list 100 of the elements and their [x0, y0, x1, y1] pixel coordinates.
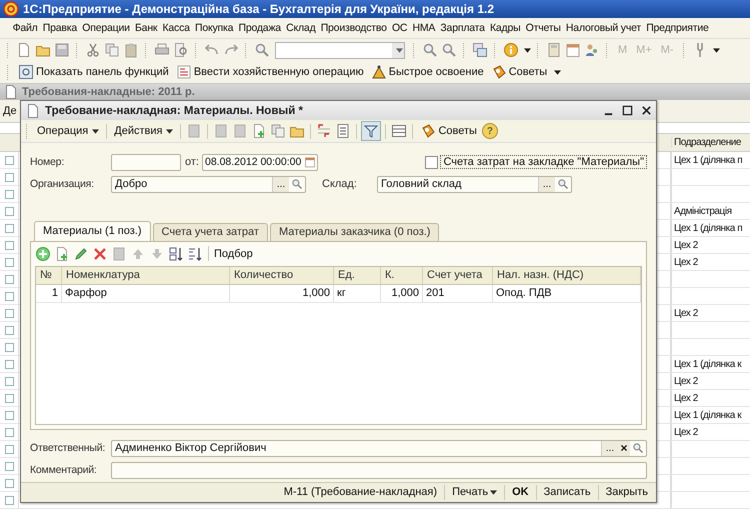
checkbox-label[interactable]: Счета затрат на закладке "Материалы"	[440, 155, 647, 170]
clipboard-icon[interactable]	[123, 42, 139, 58]
column-header[interactable]: Количество	[230, 266, 334, 284]
magnifier-icon[interactable]	[441, 42, 457, 58]
column-header[interactable]: Номенклатура	[62, 266, 230, 284]
addrow-icon[interactable]	[35, 246, 51, 262]
delete-icon[interactable]	[92, 246, 108, 262]
menu-item[interactable]: Предприятие	[644, 22, 712, 34]
table-cell: Цех 1 (ділянка п	[674, 154, 742, 166]
checkbox[interactable]	[425, 156, 438, 169]
caret-icon[interactable]	[524, 48, 531, 52]
menu-item[interactable]: Правка	[40, 22, 80, 34]
adddoc-icon[interactable]	[54, 246, 70, 262]
search-field[interactable]	[275, 42, 405, 58]
info-icon[interactable]	[503, 42, 519, 58]
menu-item[interactable]: Кадры	[487, 22, 524, 34]
toolbar-button[interactable]: Показать панель функций	[16, 64, 171, 80]
table-cell: Цех 2	[674, 256, 698, 268]
toolbar-button[interactable]: Быстрое освоение	[368, 64, 486, 80]
column-header[interactable]: №	[36, 266, 62, 284]
clear-button[interactable]: ×	[618, 440, 630, 456]
report-icon[interactable]	[335, 123, 352, 139]
caret-icon[interactable]	[712, 48, 720, 52]
close-icon[interactable]	[641, 105, 652, 116]
pencil-icon[interactable]	[73, 246, 89, 262]
column-header[interactable]: Нал. назн. (НДС)	[493, 266, 641, 284]
scissors-icon[interactable]	[85, 42, 101, 58]
dialog-title: Требование-накладная: Материалы. Новый *	[45, 104, 304, 117]
calendar-icon[interactable]	[304, 156, 316, 168]
menu-item[interactable]: Производство	[318, 22, 390, 34]
users-icon[interactable]	[584, 42, 600, 58]
search-icon[interactable]	[291, 178, 303, 190]
document-icon[interactable]	[16, 42, 32, 58]
copy-icon[interactable]	[104, 42, 120, 58]
menu-item[interactable]: ОС	[389, 22, 410, 34]
help-button[interactable]: ?	[482, 123, 498, 139]
organization-field[interactable]: Добро ...	[111, 176, 306, 193]
greydoc-icon[interactable]	[111, 246, 127, 262]
filter-icon[interactable]	[362, 122, 380, 140]
menu-item[interactable]: Склад	[284, 22, 318, 34]
magnifier-icon[interactable]	[422, 42, 438, 58]
close-button[interactable]: Закрыть	[604, 486, 650, 498]
choose-button[interactable]: ...	[538, 176, 555, 192]
menu-item[interactable]: НМА	[410, 22, 438, 34]
choose-button[interactable]: ...	[601, 440, 618, 456]
menu-item[interactable]: Операции	[80, 22, 132, 34]
copy-icon[interactable]	[270, 123, 286, 139]
tab[interactable]: Счета учета затрат	[152, 222, 268, 241]
print-menu-button[interactable]: Печать	[450, 486, 500, 498]
field-label: Комментарий:	[30, 464, 98, 476]
maximize-icon[interactable]	[622, 105, 633, 116]
sortdesc-icon[interactable]	[187, 246, 203, 262]
comment-field[interactable]	[111, 462, 647, 479]
caret-icon[interactable]	[554, 70, 562, 74]
menu-item[interactable]: Касса	[160, 22, 192, 34]
search-icon[interactable]	[557, 178, 569, 190]
table-cell: 1,000	[230, 284, 334, 302]
menu-item[interactable]: Отчеты	[523, 22, 564, 34]
search-icon[interactable]	[632, 442, 644, 454]
actions-menu-button[interactable]: Действия	[112, 125, 176, 137]
listview-icon[interactable]	[391, 123, 408, 139]
menu-item[interactable]: Зарплата	[438, 22, 488, 34]
operation-menu-button[interactable]: Операция	[35, 125, 102, 137]
app-logo-icon	[3, 1, 19, 17]
date-field[interactable]: 08.08.2012 00:00:00	[202, 154, 318, 171]
warehouse-field[interactable]: Головний склад ...	[377, 176, 572, 193]
tips-button[interactable]: Советы	[418, 123, 479, 139]
choose-button[interactable]: ...	[272, 176, 289, 192]
preview-icon[interactable]	[173, 42, 189, 58]
menu-item[interactable]: Продажа	[236, 22, 284, 34]
ok-button[interactable]: OK	[510, 486, 531, 498]
greydoc-icon[interactable]	[186, 123, 202, 139]
menu-item[interactable]: Покупка	[192, 22, 236, 34]
caret-icon	[490, 490, 498, 495]
calculator-icon[interactable]	[546, 42, 562, 58]
magnifier-icon[interactable]	[254, 42, 270, 58]
column-header[interactable]: Подразделение	[671, 137, 750, 148]
pick-button[interactable]: Подбор	[214, 248, 253, 260]
calendar-icon[interactable]	[565, 42, 581, 58]
tab[interactable]: Материалы (1 поз.)	[34, 220, 151, 241]
print-form-link[interactable]: М-11 (Требование-накладная)	[282, 486, 440, 498]
column-header[interactable]: К.	[381, 266, 423, 284]
menu-item[interactable]: Банк	[132, 22, 160, 34]
toolbar-button[interactable]: Ввести хозяйственную операцию	[174, 64, 366, 80]
table-cell: Адміністрація	[674, 206, 732, 216]
sortasc-icon[interactable]	[168, 246, 184, 262]
responsible-field[interactable]: Админенко Віктор Сергійович ... ×	[111, 440, 647, 457]
menu-item[interactable]: Налоговый учет	[563, 22, 644, 34]
greydoc-icon[interactable]	[213, 123, 230, 139]
toolbar-button[interactable]: Де	[3, 105, 17, 117]
toolbar-button[interactable]: Советы	[488, 64, 550, 80]
column-header[interactable]: Счет учета	[423, 266, 493, 284]
column-header[interactable]: Ед.	[334, 266, 381, 284]
list-window-title: Требования-накладные: 2011 р.	[22, 86, 195, 98]
save-button[interactable]: Записать	[542, 486, 593, 498]
number-field[interactable]	[111, 154, 181, 171]
menu-item[interactable]: Файл	[10, 22, 40, 34]
tab[interactable]: Материалы заказчика (0 поз.)	[270, 222, 440, 241]
greydoc-icon[interactable]	[232, 123, 248, 139]
windows-icon[interactable]	[472, 42, 488, 58]
